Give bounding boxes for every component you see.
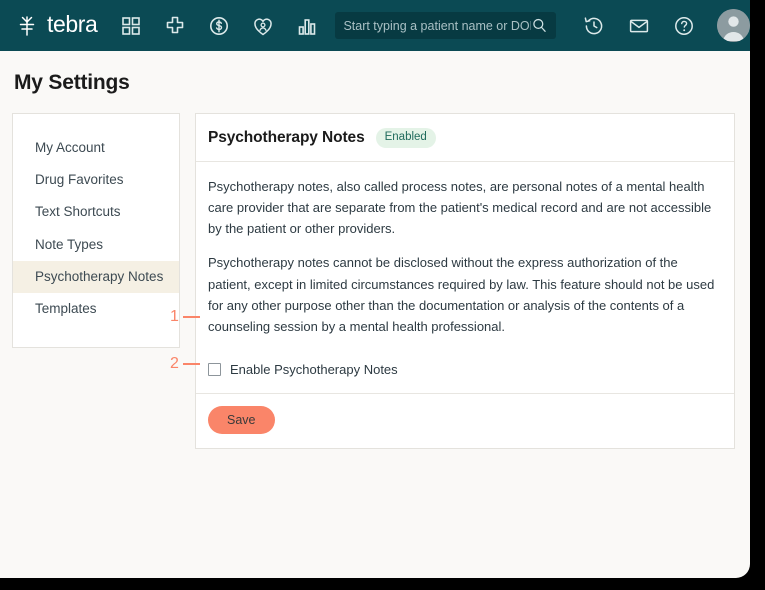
psychotherapy-notes-card: Psychotherapy Notes Enabled Psychotherap… (195, 113, 735, 450)
callout-number-2: 2 (170, 355, 179, 372)
tebra-leaf-logo (19, 15, 35, 36)
dashboard-grid-icon[interactable] (119, 14, 143, 38)
status-badge: Enabled (375, 128, 436, 148)
sidebar-item-drug-favorites[interactable]: Drug Favorites (13, 164, 179, 196)
card-footer: Save (196, 393, 734, 448)
description-paragraph-2: Psychotherapy notes cannot be disclosed … (208, 255, 715, 334)
brand-logo-group[interactable]: tebra (14, 11, 98, 39)
content-area: My Account Drug Favorites Text Shortcuts… (0, 95, 750, 450)
card-header: Psychotherapy Notes Enabled (196, 114, 734, 162)
avatar-person-icon (717, 9, 750, 42)
user-avatar[interactable] (717, 9, 750, 42)
enable-psychotherapy-notes-checkbox[interactable] (208, 363, 221, 377)
settings-sidebar: My Account Drug Favorites Text Shortcuts… (12, 113, 180, 349)
dollar-circle-icon[interactable] (207, 14, 231, 38)
sidebar-item-templates[interactable]: Templates (13, 293, 179, 325)
bar-chart-icon[interactable] (295, 14, 319, 38)
callout-dash-1 (182, 316, 200, 318)
sidebar-item-psychotherapy-notes[interactable]: Psychotherapy Notes (13, 260, 179, 293)
sidebar-item-my-account[interactable]: My Account (13, 132, 179, 164)
callout-dash-2 (182, 363, 200, 365)
enable-checkbox-row[interactable]: Enable Psychotherapy Notes (196, 356, 734, 393)
callout-marker-1: 1 (170, 308, 200, 326)
callout-number-1: 1 (170, 308, 179, 325)
card-title: Psychotherapy Notes (208, 128, 365, 146)
sidebar-item-note-types[interactable]: Note Types (13, 229, 179, 261)
help-question-icon[interactable] (672, 14, 696, 38)
search-input[interactable] (343, 18, 531, 33)
page-title: My Settings (14, 71, 130, 94)
search-icon[interactable] (531, 17, 548, 34)
primary-nav-icons (119, 14, 319, 38)
callout-marker-2: 2 (170, 355, 200, 373)
brand-name: tebra (47, 11, 98, 37)
card-body: Psychotherapy notes, also called process… (196, 162, 734, 356)
patient-search-box[interactable] (335, 12, 556, 39)
application-window: tebra Start typing a patient name or DOB… (0, 0, 750, 578)
save-button[interactable]: Save (208, 406, 275, 435)
enable-psychotherapy-notes-label[interactable]: Enable Psychotherapy Notes (230, 362, 398, 377)
utility-icons (582, 9, 750, 42)
sidebar-item-text-shortcuts[interactable]: Text Shortcuts (13, 196, 179, 228)
description-paragraph-1: Psychotherapy notes, also called process… (208, 178, 712, 237)
top-navigation-bar: tebra (0, 0, 750, 51)
medical-cross-icon[interactable] (163, 14, 187, 38)
history-clock-icon[interactable] (582, 14, 606, 38)
envelope-icon[interactable] (627, 14, 651, 38)
heart-patient-icon[interactable] (251, 14, 275, 38)
